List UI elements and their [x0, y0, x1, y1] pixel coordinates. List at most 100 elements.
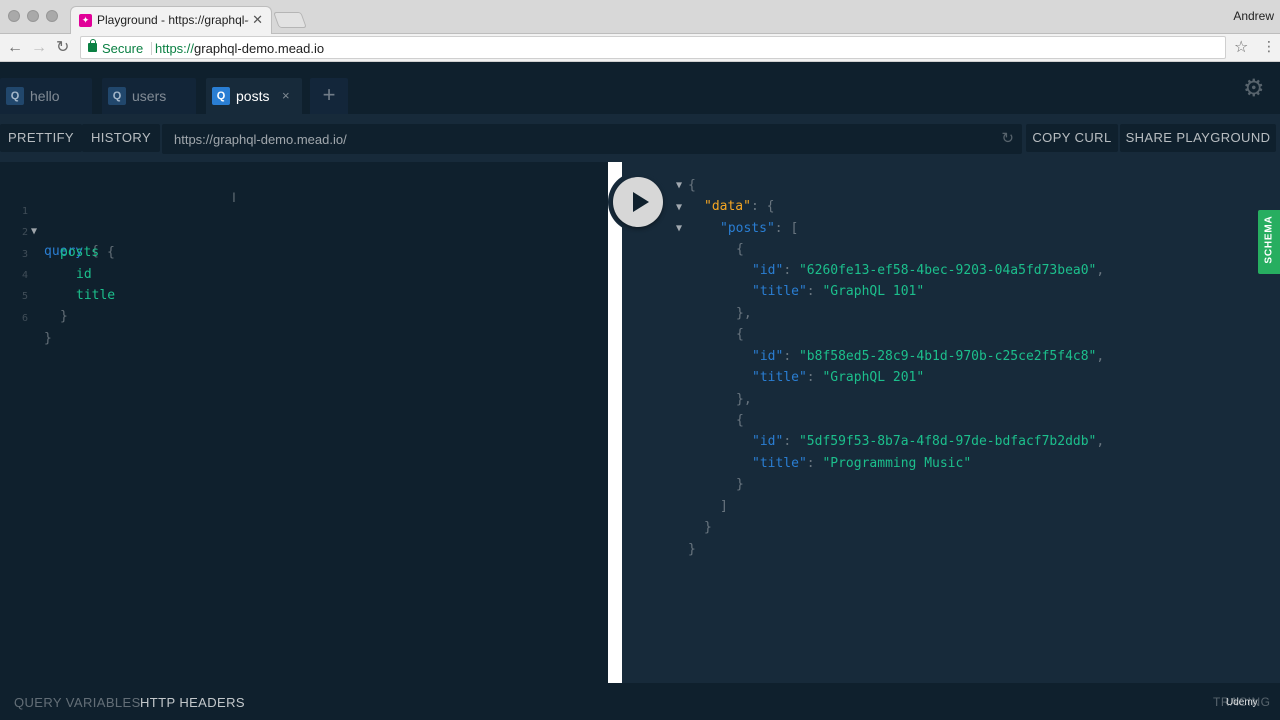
query-editor[interactable]: 1 ▼ query { 2 posts { 3 id 4 title 5 } 6…: [0, 162, 608, 683]
json-close-brace: }: [688, 542, 696, 557]
json-key: "id": [752, 434, 784, 449]
json-key: "title": [752, 456, 807, 471]
tab-label: users: [132, 88, 167, 104]
brace: }: [44, 331, 52, 346]
window-close-button[interactable]: [8, 10, 20, 22]
json-line: "title": "GraphQL 101": [752, 284, 925, 299]
reload-schema-icon[interactable]: ↻: [1001, 129, 1014, 147]
json-line: "id": "5df59f53-8b7a-4f8d-97de-bdfacf7b2…: [752, 434, 1105, 449]
bottom-bar: QUERY VARIABLES HTTP HEADERS: [0, 683, 1280, 720]
url-protocol: https://: [155, 41, 195, 56]
secure-label: Secure: [102, 41, 144, 56]
lock-icon: [88, 39, 97, 52]
new-browser-tab-button[interactable]: [273, 12, 307, 28]
code-line: 1 ▼ query {: [0, 182, 600, 259]
text-cursor-icon: I: [232, 189, 236, 205]
share-playground-button[interactable]: SHARE PLAYGROUND: [1120, 124, 1276, 152]
json-key: "data": [704, 199, 751, 214]
json-line: "data": {: [704, 199, 775, 214]
forward-arrow-icon[interactable]: →: [31, 38, 47, 58]
fold-arrow-icon[interactable]: ▼: [676, 180, 682, 191]
json-line: }: [736, 477, 744, 492]
brace: }: [60, 309, 68, 324]
browser-tab-bar: ✦ Playground - https://graphql-demo.mead…: [0, 0, 1280, 34]
json-line: {: [736, 242, 744, 257]
json-line: },: [736, 392, 752, 407]
json-key: "posts": [720, 221, 775, 236]
post-id: "b8f58ed5-28c9-4b1d-970b-c25ce2f5f4c8": [798, 349, 1097, 364]
tab-users[interactable]: Q users: [102, 78, 196, 114]
star-icon[interactable]: ☆: [1234, 37, 1248, 57]
browser-user-name[interactable]: Andrew: [1233, 9, 1274, 23]
browser-tab[interactable]: ✦ Playground - https://graphql-demo.mead…: [70, 6, 272, 34]
back-arrow-icon[interactable]: ←: [7, 38, 23, 58]
code-line: 3 id: [0, 225, 600, 282]
close-icon[interactable]: ×: [282, 87, 290, 105]
url-host: graphql-demo.mead.io: [194, 41, 325, 56]
code-line: 4 title: [0, 246, 600, 303]
plus-icon[interactable]: +: [310, 78, 348, 114]
json-line: "id": "b8f58ed5-28c9-4b1d-970b-c25ce2f5f…: [752, 349, 1105, 364]
json-line: },: [736, 306, 752, 321]
json-line: "title": "Programming Music": [752, 456, 972, 471]
code-line: 6 }: [0, 289, 600, 346]
address-bar[interactable]: Secure https://graphql-demo.mead.io: [80, 36, 1226, 59]
json-open-brace: {: [688, 178, 696, 193]
json-key: "title": [752, 284, 807, 299]
play-icon: [633, 192, 649, 212]
tab-hello[interactable]: Q hello: [0, 78, 92, 114]
json-line: }: [704, 520, 712, 535]
close-icon[interactable]: ✕: [252, 12, 263, 28]
tab-posts[interactable]: Q posts ×: [206, 78, 302, 114]
copy-curl-button[interactable]: COPY CURL: [1026, 124, 1118, 152]
reload-icon[interactable]: ↻: [56, 38, 69, 58]
result-gutter: [622, 162, 640, 683]
schema-tab[interactable]: SCHEMA: [1258, 210, 1280, 274]
post-id: "6260fe13-ef58-4bec-9203-04a5fd73bea0": [798, 263, 1097, 278]
json-line: "posts": [: [720, 221, 799, 236]
result-viewer: ▼ { ▼ "data": { ▼ "posts": [ { "id": "62…: [622, 162, 1280, 683]
endpoint-url: https://graphql-demo.mead.io/: [174, 132, 347, 147]
http-headers-tab[interactable]: HTTP HEADERS: [140, 695, 245, 710]
tab-label: posts: [236, 88, 270, 104]
json-key: "id": [752, 263, 784, 278]
playground-toolbar: PRETTIFY HISTORY https://graphql-demo.me…: [0, 114, 1280, 162]
query-badge: Q: [108, 87, 126, 105]
tab-label: hello: [30, 88, 60, 104]
code-line: 5 }: [0, 267, 600, 324]
code-line: 2 posts {: [0, 203, 600, 260]
post-title: "GraphQL 101": [822, 284, 925, 299]
query-badge: Q: [6, 87, 24, 105]
fold-arrow-icon[interactable]: ▼: [676, 202, 682, 213]
window-minimize-button[interactable]: [27, 10, 39, 22]
panel-divider[interactable]: [608, 162, 622, 683]
json-key: "id": [752, 349, 784, 364]
graphql-favicon-icon: ✦: [79, 14, 92, 27]
post-id: "5df59f53-8b7a-4f8d-97de-bdfacf7b2ddb": [798, 434, 1097, 449]
fold-arrow-icon[interactable]: ▼: [676, 223, 682, 234]
execute-query-button[interactable]: [608, 172, 668, 232]
play-button-face[interactable]: [613, 177, 663, 227]
udemy-watermark: Udemy: [1226, 697, 1258, 708]
endpoint-input[interactable]: https://graphql-demo.mead.io/ ↻: [162, 124, 1022, 154]
settings-gear-icon[interactable]: ⚙: [1243, 76, 1265, 102]
json-line: "id": "6260fe13-ef58-4bec-9203-04a5fd73b…: [752, 263, 1105, 278]
history-button[interactable]: HISTORY: [82, 124, 160, 152]
menu-icon[interactable]: ⋮: [1262, 38, 1276, 55]
prettify-button[interactable]: PRETTIFY: [0, 124, 82, 152]
browser-toolbar: ← → ↻ Secure https://graphql-demo.mead.i…: [0, 34, 1280, 62]
query-variables-tab[interactable]: QUERY VARIABLES: [14, 695, 141, 710]
post-title: "Programming Music": [822, 456, 972, 471]
json-line: {: [736, 413, 744, 428]
address-separator: [151, 42, 152, 55]
window-maximize-button[interactable]: [46, 10, 58, 22]
line-number: 6: [21, 313, 28, 324]
query-badge: Q: [212, 87, 230, 105]
json-line: {: [736, 327, 744, 342]
schema-label: SCHEMA: [1263, 215, 1275, 264]
browser-tab-title: Playground - https://graphql-demo.mead.i…: [97, 13, 249, 27]
json-line: "title": "GraphQL 201": [752, 370, 925, 385]
json-line: ]: [720, 499, 728, 514]
post-title: "GraphQL 201": [822, 370, 925, 385]
address-url[interactable]: https://graphql-demo.mead.io: [155, 41, 324, 56]
